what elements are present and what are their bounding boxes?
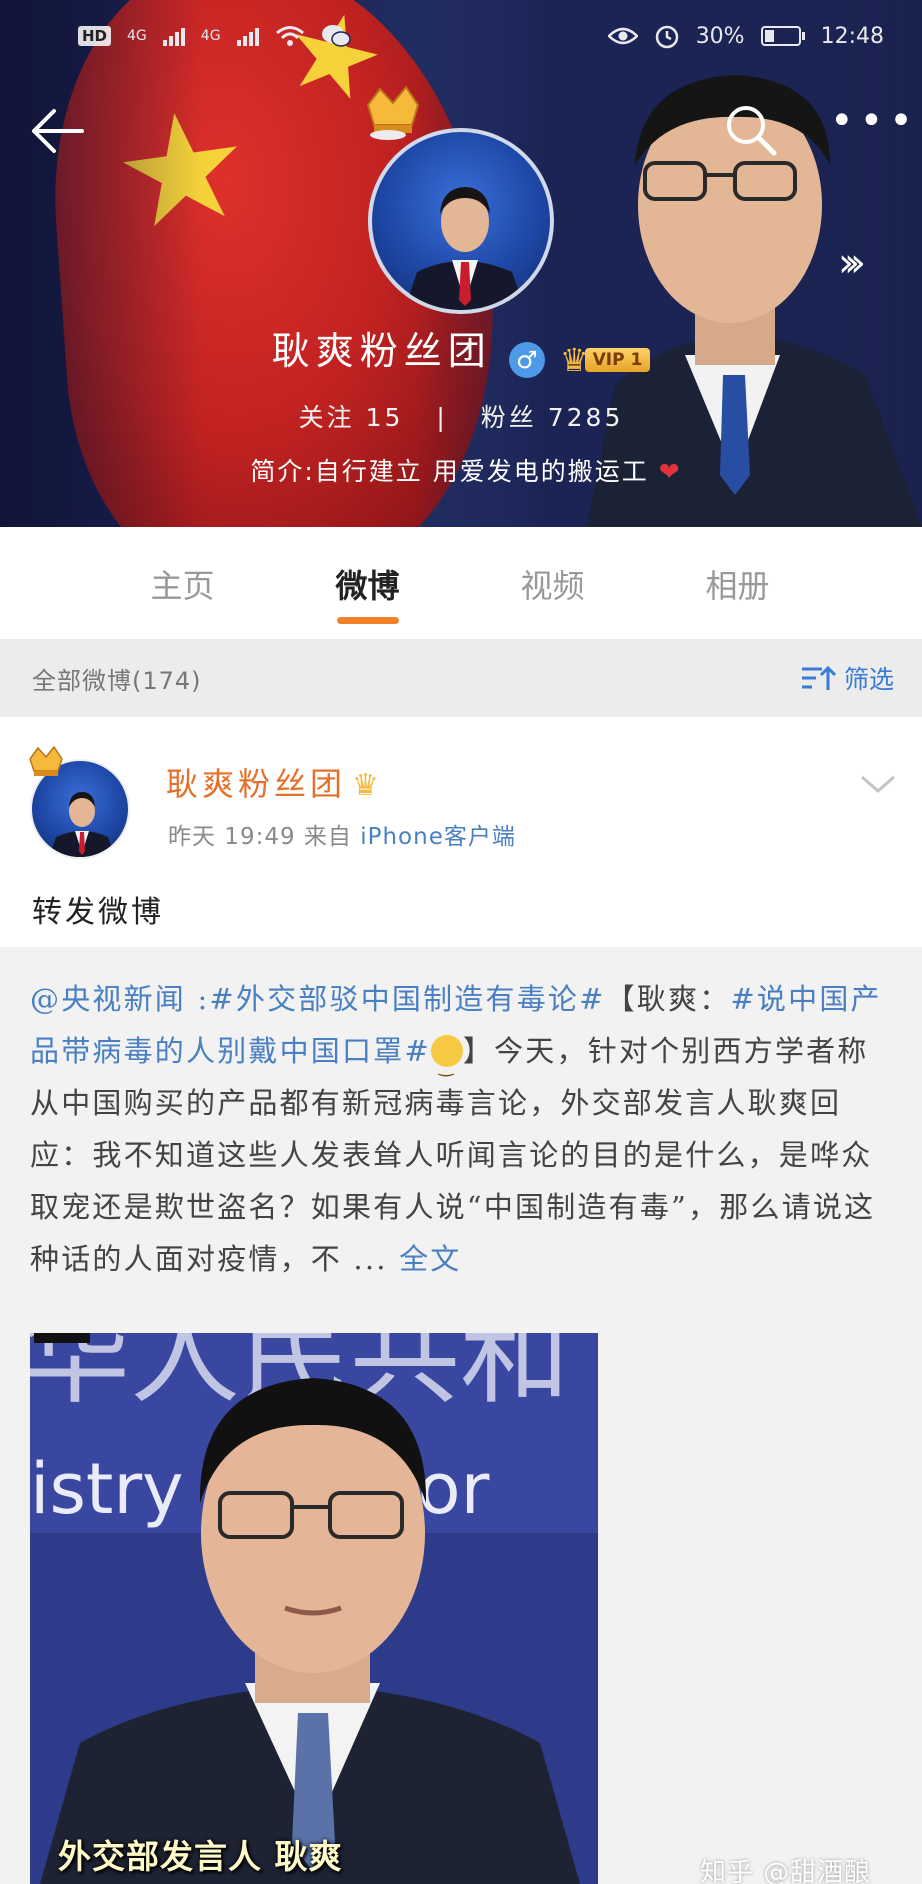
followers-stat[interactable]: 粉丝 7285 — [481, 403, 624, 432]
post-meta: 昨天 19:49 来自 iPhone客户端 — [168, 817, 516, 851]
heart-icon: ❤ — [658, 457, 682, 486]
network-type: 4G — [127, 28, 147, 44]
status-bar: HD 4G 4G 30% 12:48 — [0, 0, 922, 72]
tab-album[interactable]: 相册 — [645, 527, 830, 639]
profile-bio: 简介:自行建立 用爱发电的搬运工 ❤ — [250, 457, 682, 486]
search-icon[interactable] — [720, 99, 780, 159]
post-source[interactable]: iPhone客户端 — [360, 824, 516, 850]
alarm-icon — [655, 25, 678, 49]
reposted-content[interactable]: @央视新闻 :#外交部驳中国制造有毒论#【耿爽：#说中国产品带病毒的人别戴中国口… — [0, 947, 922, 1884]
image-caption: 外交部发言人 耿爽 — [58, 1837, 343, 1876]
vip-badge[interactable]: ♛ VIP 1 — [560, 341, 651, 379]
back-arrow-icon[interactable] — [28, 103, 88, 159]
hd-indicator: HD — [78, 26, 112, 46]
wechat-icon — [321, 25, 351, 47]
post-text: 转发微博 — [32, 895, 164, 930]
chevron-down-icon[interactable] — [858, 769, 898, 799]
post-time: 昨天 19:49 — [168, 824, 296, 850]
mention-link[interactable]: @央视新闻 — [30, 982, 186, 1016]
tab-home[interactable]: 主页 — [90, 527, 275, 639]
filter-button[interactable]: 筛选 — [800, 660, 894, 696]
profile-name: 耿爽粉丝团 — [271, 329, 492, 373]
male-icon: ♂ — [508, 341, 545, 378]
clock: 12:48 — [820, 23, 884, 49]
filter-icon — [801, 665, 836, 690]
signal-icon — [162, 26, 185, 46]
eye-icon — [607, 27, 638, 45]
profile-name-row: 耿爽粉丝团 ♂ ♛ VIP 1 — [0, 320, 922, 379]
crown-icon: ♛ — [352, 768, 383, 803]
crown-badge-icon — [366, 85, 420, 140]
weibo-post: 耿爽粉丝团 ♛ 昨天 19:49 来自 iPhone客户端 转发微博 — [0, 717, 922, 947]
follow-stats: 关注 15 | 粉丝 7285 — [298, 403, 624, 432]
avatar-person — [404, 187, 526, 310]
post-author[interactable]: 耿爽粉丝团 ♛ — [166, 759, 383, 805]
repost-image[interactable]: 华人民共和 istry For 外交部发言人 耿爽 — [30, 1333, 598, 1884]
battery-icon — [760, 26, 805, 46]
following-stat[interactable]: 关注 15 — [299, 403, 404, 432]
crown-badge-icon — [29, 745, 63, 776]
profile-tabs: 主页 微博 视频 相册 — [0, 527, 922, 639]
battery-percent: 30% — [695, 23, 745, 49]
wifi-icon — [275, 26, 304, 46]
more-options-icon[interactable]: ••• — [830, 101, 913, 157]
image-scene: 华人民共和 istry For — [30, 1333, 598, 1884]
tab-videos[interactable]: 视频 — [460, 527, 645, 639]
watermark: 知乎 @甜酒酿 — [700, 1858, 872, 1884]
topic-link[interactable]: :#外交部驳中国制造有毒论# — [197, 982, 605, 1016]
profile-header: ★ ★ HD 4G 4G 30% 12:48 — [0, 0, 922, 527]
signal-icon — [236, 26, 259, 46]
tab-weibo[interactable]: 微博 — [275, 527, 460, 639]
network-type: 4G — [200, 28, 221, 44]
filter-bar: 全部微博(174) 筛选 — [0, 639, 922, 717]
svg-text:istry: istry — [30, 1448, 184, 1530]
smile-emoji-icon — [430, 1035, 463, 1093]
all-posts-count: 全部微博(174) — [32, 666, 202, 695]
chevrons-right-icon[interactable]: ››› — [838, 240, 866, 286]
avatar[interactable] — [368, 128, 554, 314]
post-from-label: 来自 — [303, 824, 352, 850]
full-text-link[interactable]: 全文 — [399, 1242, 461, 1276]
repost-text: @央视新闻 :#外交部驳中国制造有毒论#【耿爽：#说中国产品带病毒的人别戴中国口… — [30, 973, 892, 1285]
